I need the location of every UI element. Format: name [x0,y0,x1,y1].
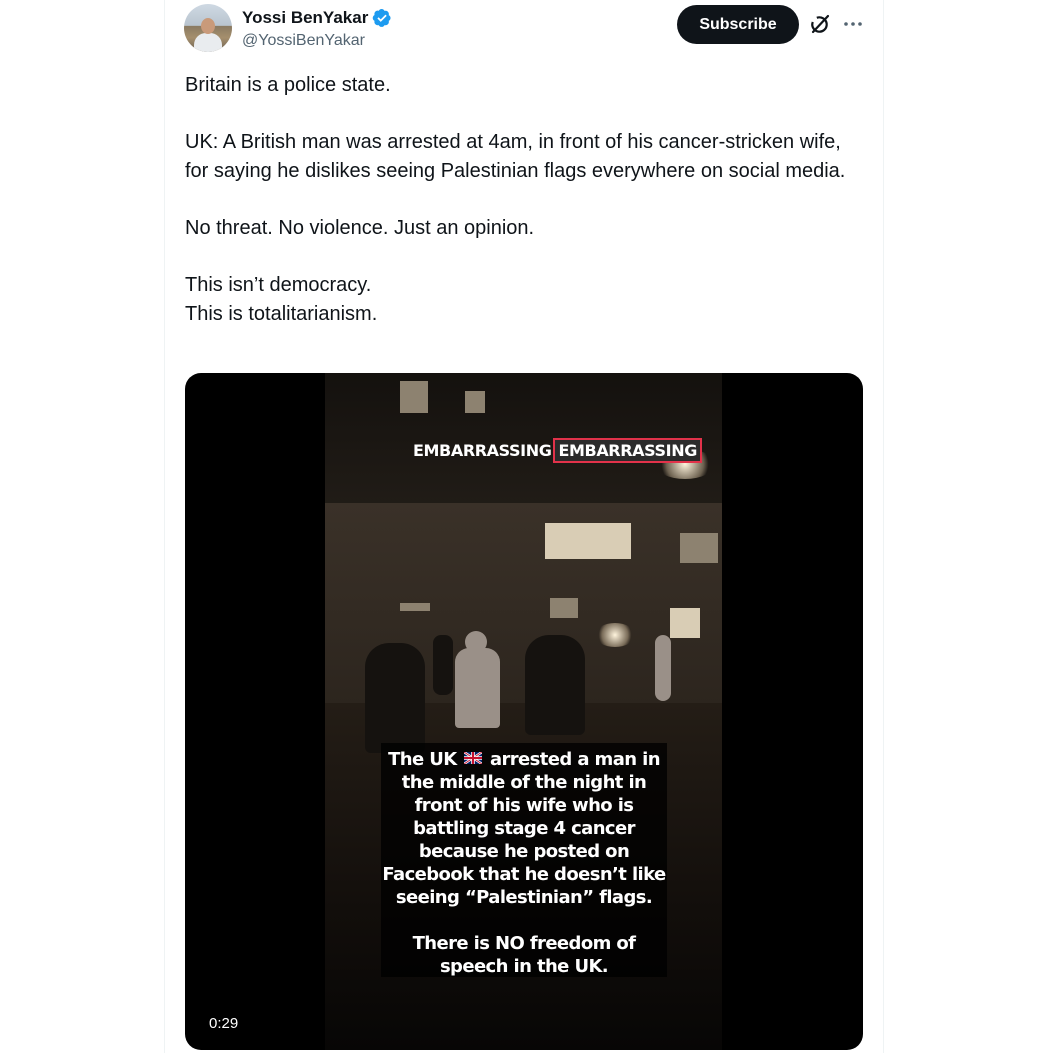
subscribe-button[interactable]: Subscribe [677,5,799,44]
verified-badge-icon [373,9,391,27]
caption-line: the middle of the night in [401,772,647,793]
caption-text: arrested a man in [489,749,661,770]
tweet-paragraph: No threat. No violence. Just an opinion. [185,216,535,239]
banner-text: EMBARRASSING [413,440,552,460]
caption-line: speech in the UK. [439,956,609,977]
caption-line: because he posted on [418,841,630,862]
caption-text: The UK [388,749,457,770]
tweet-paragraph: UK: A British man was arrested at 4am, i… [185,131,846,182]
tweet-paragraph: Britain is a police state. [185,74,391,96]
caption-line: battling stage 4 cancer [413,818,635,839]
grok-icon[interactable] [808,12,832,36]
caption-line: There is NO freedom of [412,933,636,954]
tweet-line: This isn’t democracy. [185,274,372,297]
avatar[interactable] [184,4,232,52]
uk-flag-icon [464,752,483,764]
tweet-text: Britain is a police state. UK: A British… [185,71,865,328]
video-frame[interactable]: EMBARRASSING EMBARRASSING The UK arreste… [325,373,722,1050]
video-player[interactable]: EMBARRASSING EMBARRASSING The UK arreste… [185,373,863,1050]
author-handle[interactable]: @YossiBenYakar [242,32,365,50]
video-caption: The UK arrested a man in the middle of t… [381,748,667,978]
banner-text-highlighted: EMBARRASSING [553,437,702,463]
author-name-row[interactable]: Yossi BenYakar [242,6,392,30]
author-display-name[interactable]: Yossi BenYakar [242,8,368,28]
more-icon[interactable] [841,12,865,36]
video-banner: EMBARRASSING EMBARRASSING [411,437,702,463]
video-duration: 0:29 [209,1015,239,1032]
caption-line: seeing “Palestinian” flags. [395,887,653,908]
timeline-border-left [164,0,165,1053]
tweet-line: This is totalitarianism. [185,302,378,325]
caption-line: Facebook that he doesn’t like [382,864,666,885]
caption-line: front of his wife who is [414,795,634,816]
timeline-border-right [883,0,884,1053]
